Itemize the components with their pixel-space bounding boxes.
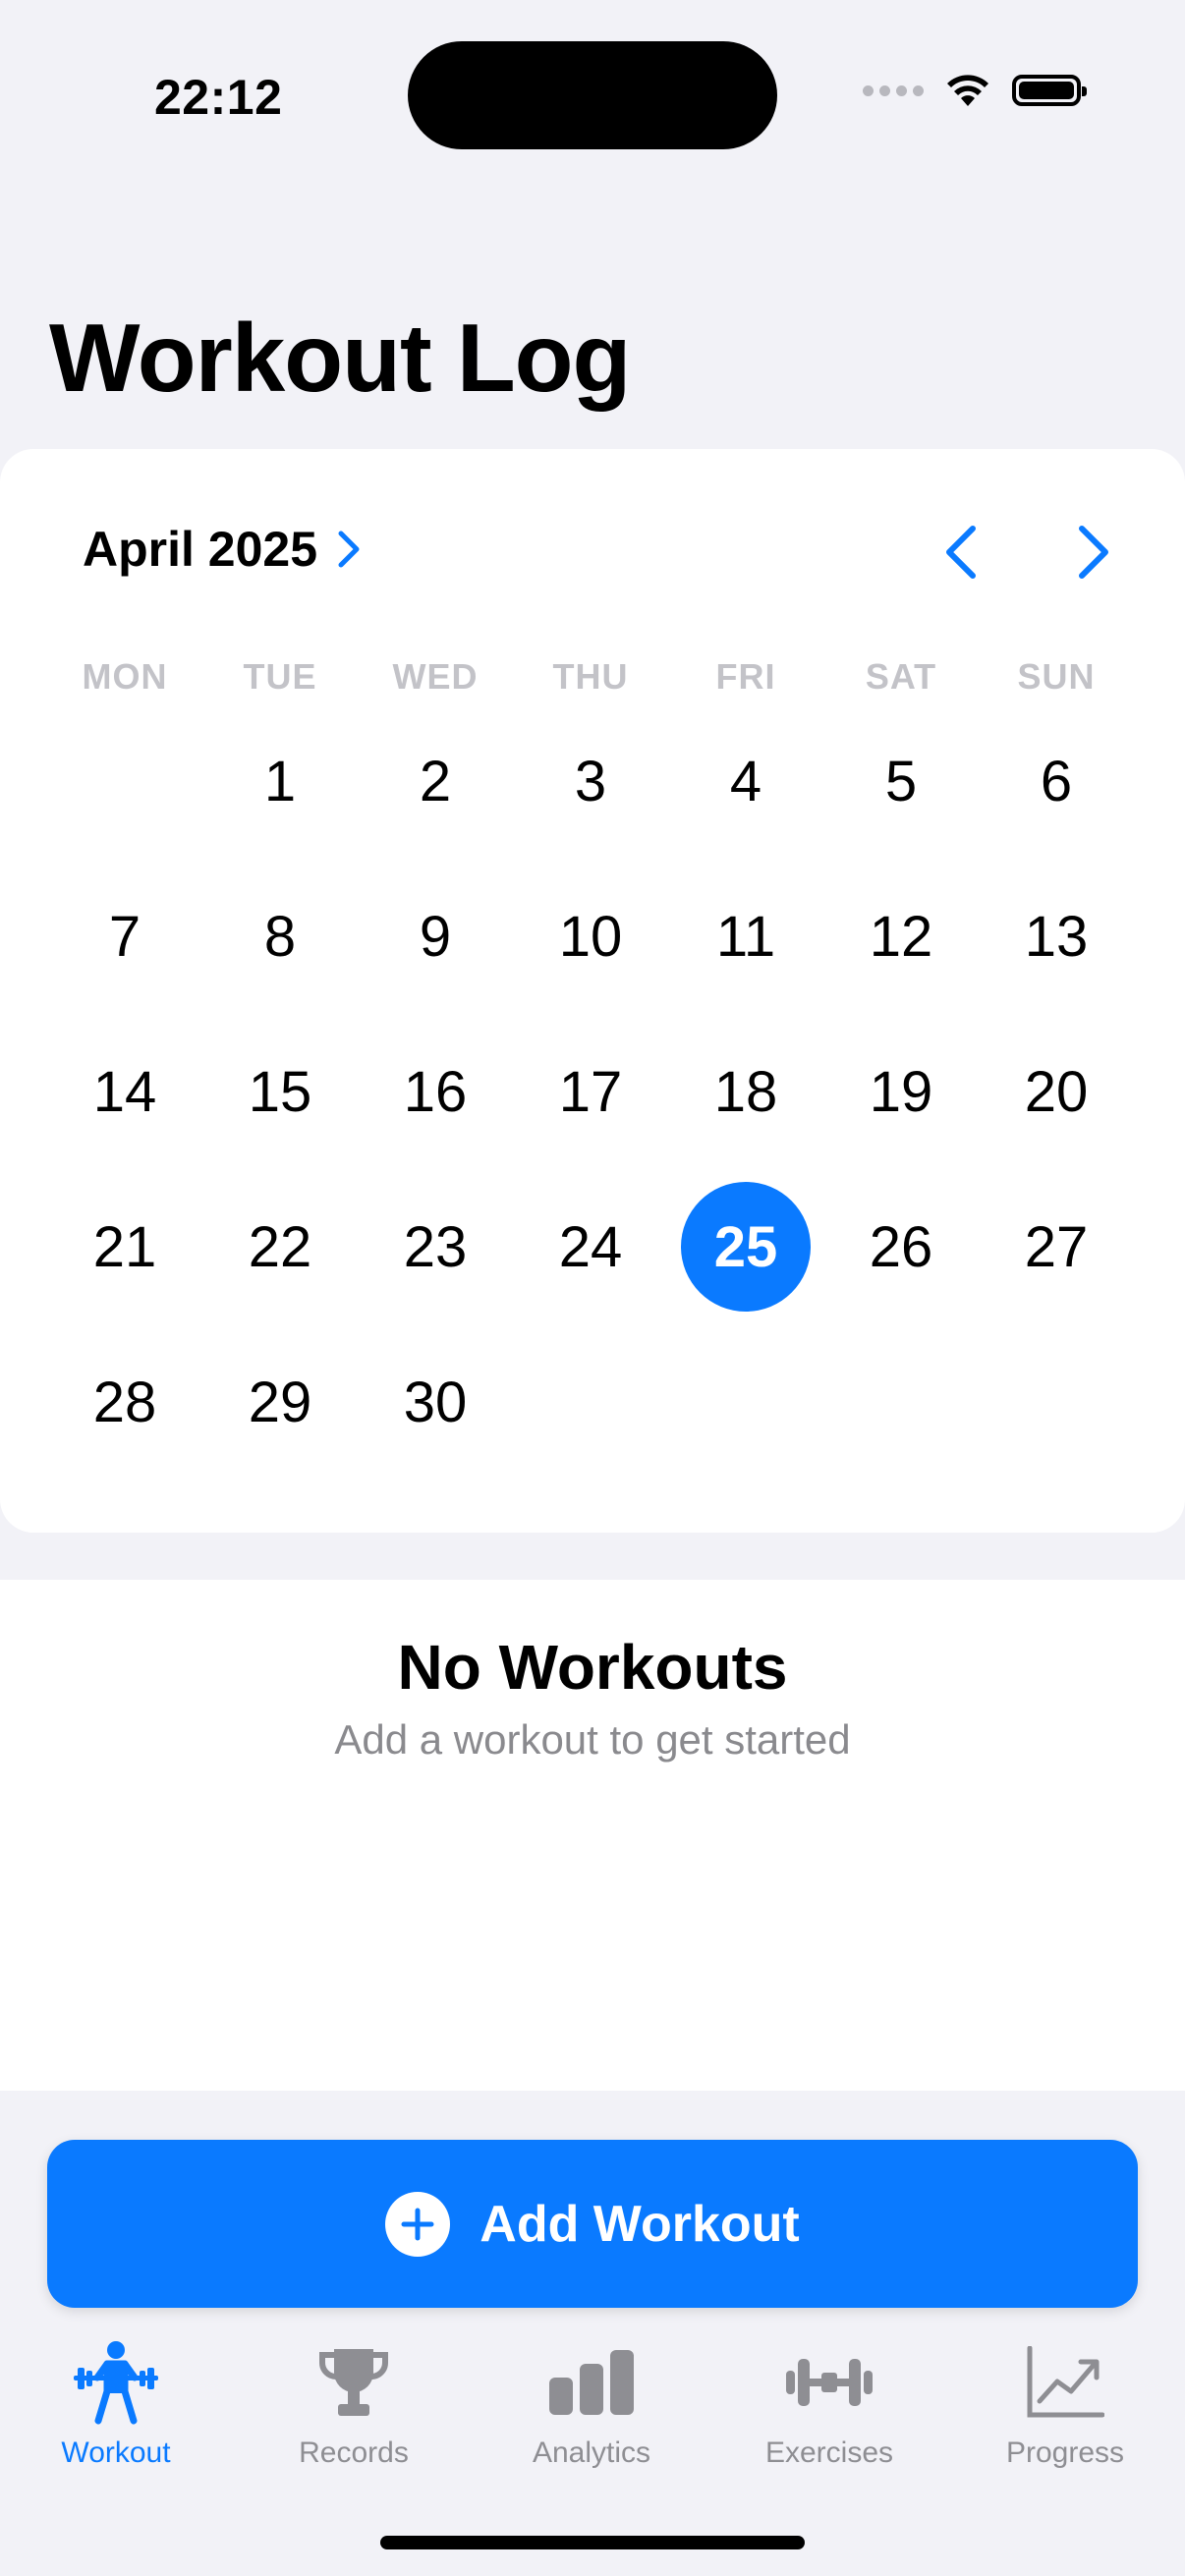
weekday-label: FRI — [715, 656, 776, 697]
calendar-day[interactable]: 7 — [60, 871, 190, 1001]
month-picker-button[interactable]: April 2025 — [83, 521, 367, 578]
plus-circle-icon — [385, 2191, 451, 2257]
calendar-day[interactable]: 17 — [526, 1027, 655, 1156]
calendar-day[interactable]: 23 — [370, 1182, 500, 1312]
calendar-day[interactable]: 16 — [370, 1027, 500, 1156]
weekday-label: THU — [552, 656, 629, 697]
calendar-day-selected[interactable]: 25 — [681, 1182, 811, 1312]
previous-month-button[interactable] — [931, 519, 990, 586]
dumbbell-icon — [780, 2338, 878, 2427]
calendar-day[interactable]: 19 — [836, 1027, 966, 1156]
tab-label: Workout — [61, 2436, 171, 2469]
bar-chart-icon — [542, 2338, 641, 2427]
chevron-left-icon — [946, 526, 976, 579]
weekday-label: SUN — [1017, 656, 1096, 697]
calendar-day[interactable]: 1 — [215, 716, 345, 846]
weightlifter-icon — [67, 2338, 165, 2427]
tab-workout[interactable]: Workout — [8, 2338, 224, 2470]
calendar-day[interactable]: 22 — [215, 1182, 345, 1312]
calendar-day[interactable]: 29 — [215, 1337, 345, 1467]
cellular-signal-icon — [863, 84, 924, 96]
calendar-day[interactable]: 27 — [991, 1182, 1121, 1312]
next-month-button[interactable] — [1064, 519, 1123, 586]
line-chart-icon — [1016, 2338, 1114, 2427]
calendar-day[interactable]: 15 — [215, 1027, 345, 1156]
calendar-day[interactable]: 30 — [370, 1337, 500, 1467]
chevron-right-icon — [1079, 526, 1108, 579]
calendar-day[interactable]: 18 — [681, 1027, 811, 1156]
add-workout-button[interactable]: Add Workout — [47, 2140, 1138, 2308]
calendar-day[interactable]: 4 — [681, 716, 811, 846]
tab-exercises[interactable]: Exercises — [721, 2338, 937, 2470]
home-indicator — [380, 2536, 805, 2549]
weekday-label: TUE — [243, 656, 317, 697]
calendar-day[interactable]: 12 — [836, 871, 966, 1001]
calendar-day[interactable]: 2 — [370, 716, 500, 846]
page-title: Workout Log — [49, 304, 631, 412]
tab-label: Records — [299, 2436, 409, 2469]
calendar-day[interactable]: 11 — [681, 871, 811, 1001]
calendar-day[interactable]: 9 — [370, 871, 500, 1001]
status-icons — [863, 73, 1087, 108]
weekday-label: MON — [82, 656, 168, 697]
tab-progress[interactable]: Progress — [957, 2338, 1173, 2470]
empty-state-subtitle: Add a workout to get started — [334, 1716, 851, 1763]
tab-label: Progress — [1005, 2436, 1125, 2469]
calendar-day[interactable]: 13 — [991, 871, 1121, 1001]
trophy-icon — [305, 2338, 403, 2427]
calendar-day[interactable]: 14 — [60, 1027, 190, 1156]
calendar-day[interactable]: 6 — [991, 716, 1121, 846]
calendar-day[interactable]: 26 — [836, 1182, 966, 1312]
month-label: April 2025 — [83, 522, 318, 577]
battery-icon — [1012, 75, 1087, 106]
calendar-day[interactable]: 5 — [836, 716, 966, 846]
calendar-day[interactable]: 10 — [526, 871, 655, 1001]
wifi-icon — [947, 75, 988, 106]
calendar-day[interactable]: 20 — [991, 1027, 1121, 1156]
tab-label: Analytics — [532, 2436, 651, 2469]
calendar-day[interactable]: 3 — [526, 716, 655, 846]
dynamic-island — [408, 41, 777, 149]
add-workout-label: Add Workout — [480, 2195, 800, 2253]
tab-label: Exercises — [764, 2436, 894, 2469]
calendar-day[interactable]: 8 — [215, 871, 345, 1001]
tab-records[interactable]: Records — [246, 2338, 462, 2470]
empty-state-title: No Workouts — [397, 1632, 788, 1703]
calendar-day[interactable]: 24 — [526, 1182, 655, 1312]
calendar-day[interactable]: 21 — [60, 1182, 190, 1312]
weekday-label: WED — [392, 656, 479, 697]
chevron-right-icon — [338, 531, 360, 568]
weekday-label: SAT — [865, 656, 937, 697]
status-time: 22:12 — [154, 70, 283, 125]
tab-analytics[interactable]: Analytics — [483, 2338, 700, 2470]
calendar-day[interactable]: 28 — [60, 1337, 190, 1467]
